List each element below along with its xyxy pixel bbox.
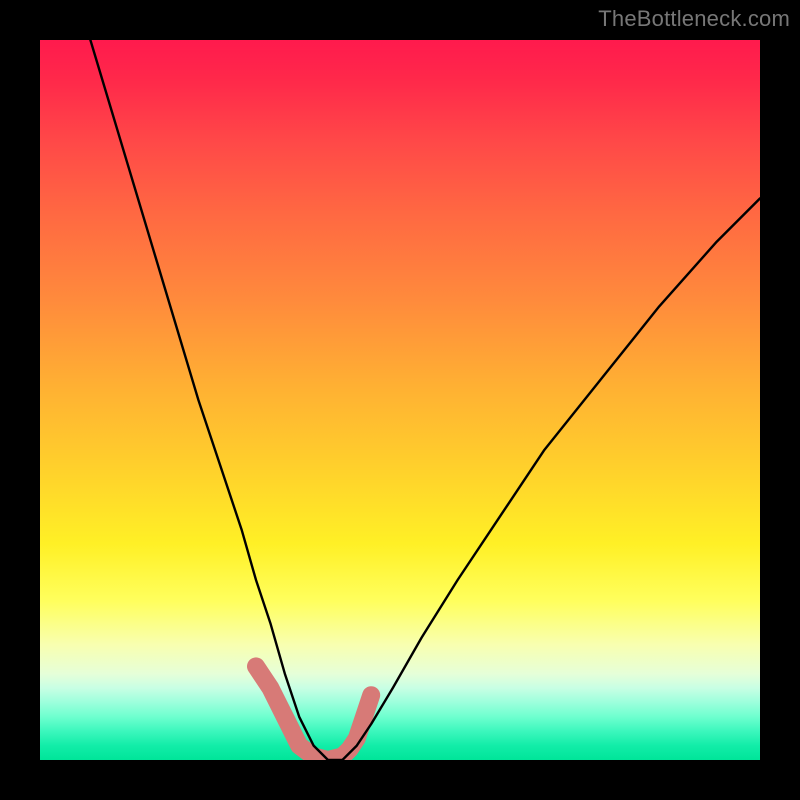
- watermark-text: TheBottleneck.com: [598, 6, 790, 32]
- chart-frame: TheBottleneck.com: [0, 0, 800, 800]
- bottleneck-curve-path: [90, 40, 760, 760]
- plot-area: [40, 40, 760, 760]
- curves-layer: [40, 40, 760, 760]
